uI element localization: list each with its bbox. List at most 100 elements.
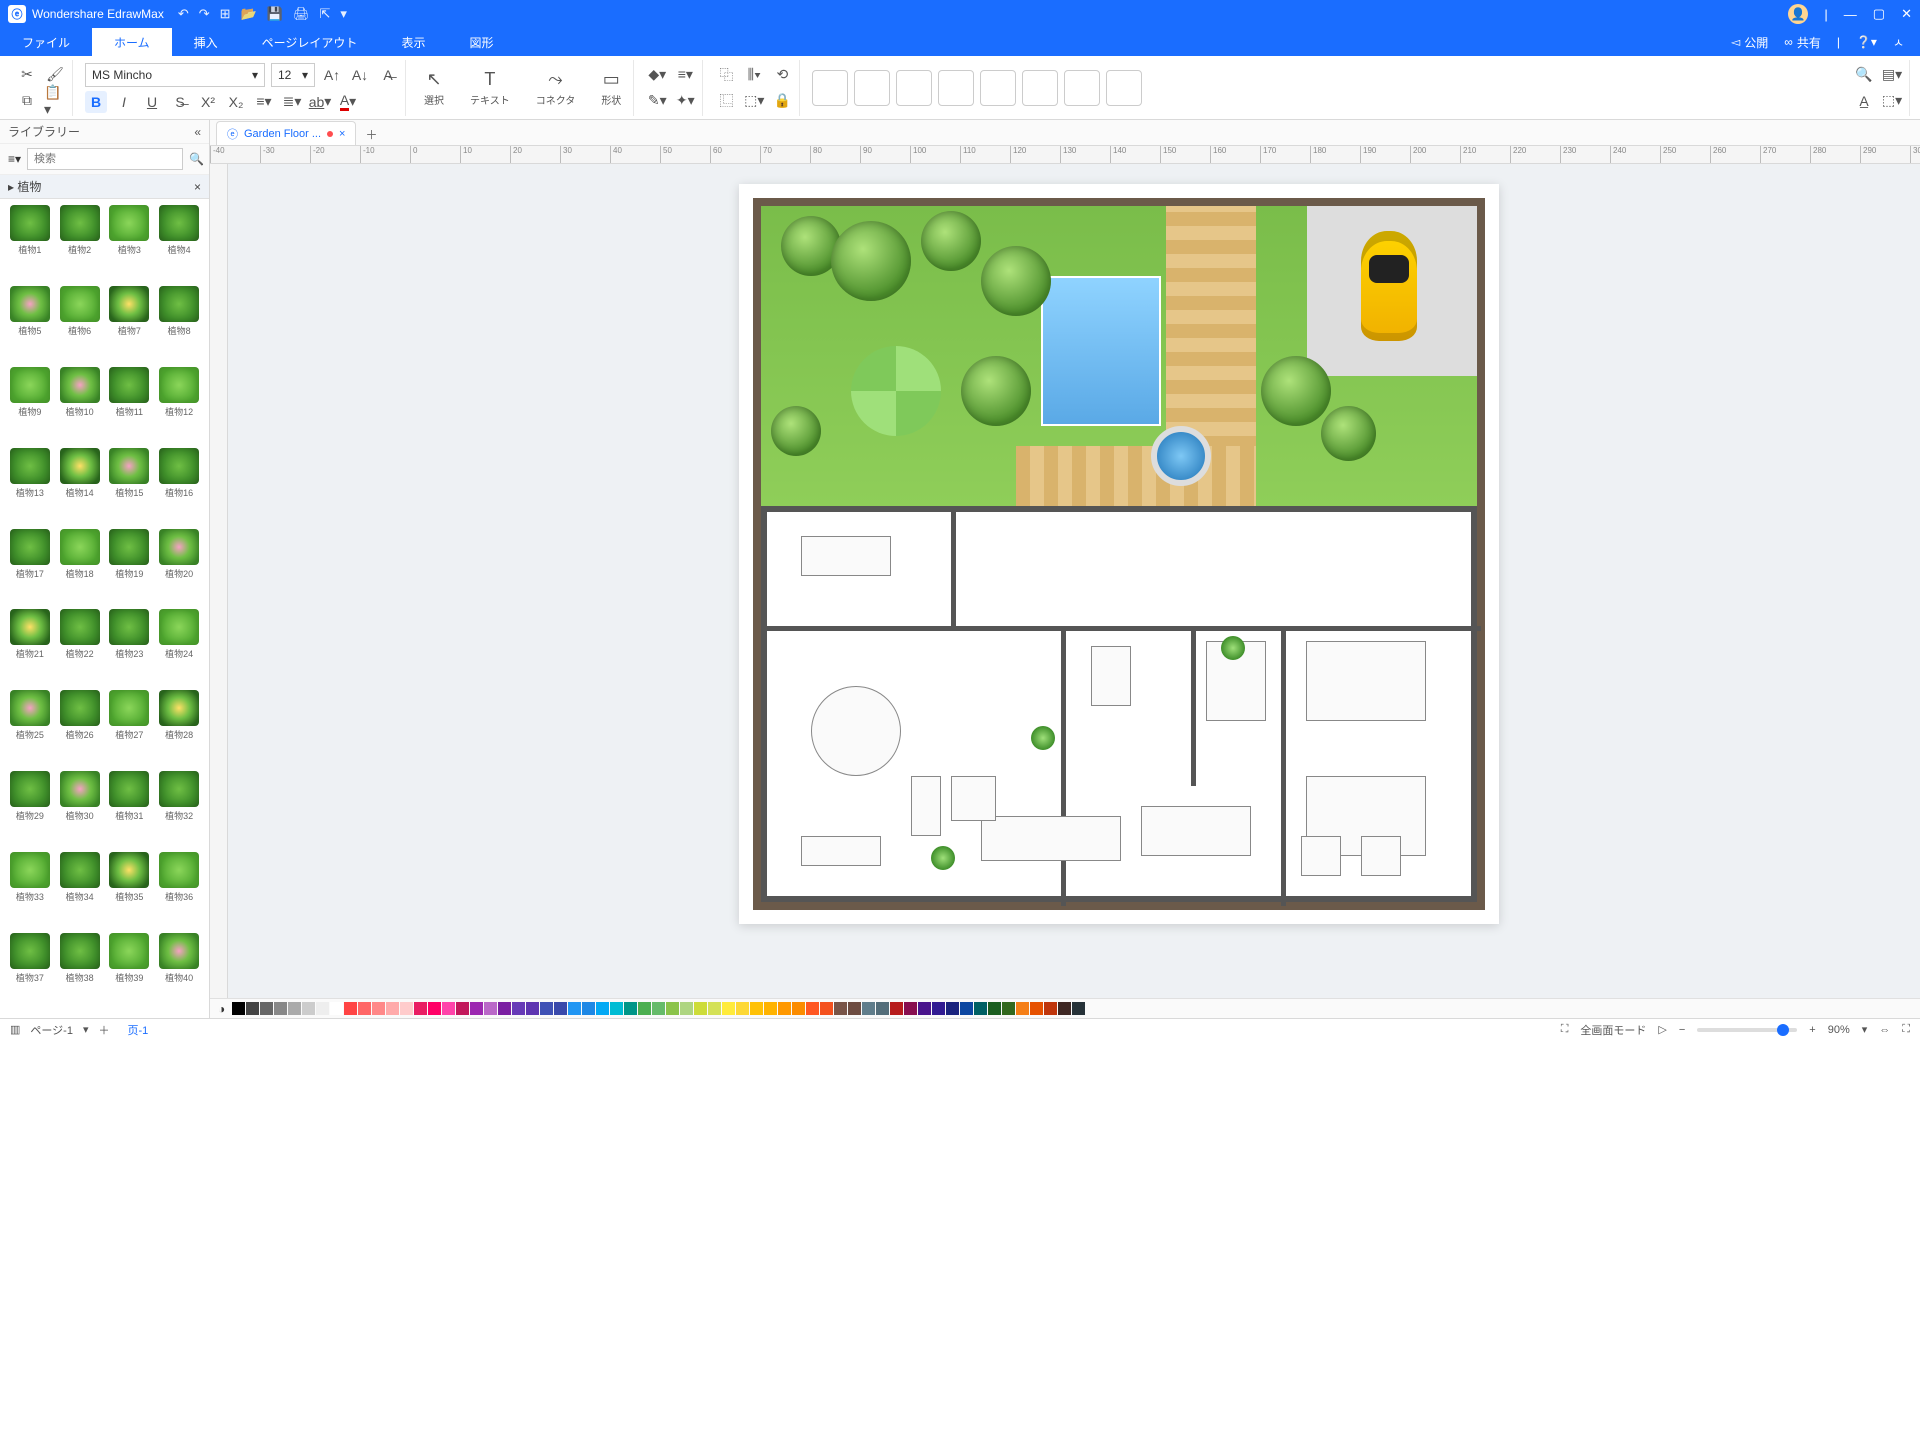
library-item[interactable]: 植物20: [155, 529, 203, 608]
maximize-button[interactable]: ▢: [1873, 6, 1885, 22]
library-search-input[interactable]: [27, 148, 183, 170]
plant-shape[interactable]: [1221, 636, 1245, 660]
chaise-shape[interactable]: [1141, 806, 1251, 856]
style-preset[interactable]: [980, 70, 1016, 106]
color-swatch[interactable]: [974, 1002, 987, 1015]
color-swatch[interactable]: [820, 1002, 833, 1015]
new-icon[interactable]: ⊞: [220, 6, 231, 22]
tree-shape[interactable]: [1261, 356, 1331, 426]
cabinet-shape[interactable]: [801, 836, 881, 866]
font-name-combo[interactable]: MS Mincho▾: [85, 63, 265, 87]
color-swatch[interactable]: [610, 1002, 623, 1015]
color-swatch[interactable]: [680, 1002, 693, 1015]
line-style-icon[interactable]: ≡▾: [674, 64, 696, 86]
copy-icon[interactable]: ⧉: [16, 90, 38, 112]
color-swatch[interactable]: [862, 1002, 875, 1015]
chair-shape[interactable]: [1361, 836, 1401, 876]
color-swatch[interactable]: [470, 1002, 483, 1015]
tree-shape[interactable]: [831, 221, 911, 301]
wall[interactable]: [1061, 626, 1066, 906]
library-menu-icon[interactable]: ≡▾: [8, 152, 21, 166]
export-icon[interactable]: ⇱: [319, 6, 330, 22]
wall[interactable]: [761, 506, 767, 902]
pool-shape[interactable]: [1041, 276, 1161, 426]
library-item[interactable]: 植物12: [155, 367, 203, 446]
shelf-shape[interactable]: [911, 776, 941, 836]
increase-font-icon[interactable]: A↑: [321, 64, 343, 86]
tab-shape[interactable]: 図形: [447, 28, 515, 56]
user-avatar[interactable]: 👤: [1788, 4, 1808, 24]
library-item[interactable]: 植物37: [6, 933, 54, 1012]
connector-tool[interactable]: ⤳コネクタ: [530, 68, 582, 107]
color-swatch[interactable]: [1044, 1002, 1057, 1015]
library-item[interactable]: 植物38: [56, 933, 104, 1012]
zoom-in-button[interactable]: +: [1809, 1024, 1815, 1036]
library-item[interactable]: 植物9: [6, 367, 54, 446]
subscript-button[interactable]: X₂: [225, 91, 247, 113]
style-preset[interactable]: [812, 70, 848, 106]
style-preset[interactable]: [854, 70, 890, 106]
library-item[interactable]: 植物26: [56, 690, 104, 769]
library-item[interactable]: 植物21: [6, 609, 54, 688]
library-item[interactable]: 植物18: [56, 529, 104, 608]
library-item[interactable]: 植物8: [155, 286, 203, 365]
color-swatch[interactable]: [652, 1002, 665, 1015]
desk-shape[interactable]: [801, 536, 891, 576]
color-swatch[interactable]: [834, 1002, 847, 1015]
floor-plan[interactable]: [753, 198, 1485, 910]
sofa-shape[interactable]: [981, 816, 1121, 861]
color-swatch[interactable]: [960, 1002, 973, 1015]
document-tab[interactable]: ⓔ Garden Floor ... ×: [216, 121, 356, 145]
color-swatch[interactable]: [624, 1002, 637, 1015]
tab-view[interactable]: 表示: [379, 28, 447, 56]
page-dropdown-icon[interactable]: ▾: [83, 1023, 89, 1036]
library-item[interactable]: 植物22: [56, 609, 104, 688]
library-item[interactable]: 植物36: [155, 852, 203, 931]
new-tab-button[interactable]: ＋: [360, 123, 382, 145]
plant-shape[interactable]: [1031, 726, 1055, 750]
style-preset[interactable]: [1022, 70, 1058, 106]
minimize-button[interactable]: —: [1844, 7, 1857, 22]
library-item[interactable]: 植物6: [56, 286, 104, 365]
eyedropper-icon[interactable]: ◑: [218, 1002, 225, 1016]
color-swatch[interactable]: [498, 1002, 511, 1015]
library-item[interactable]: 植物33: [6, 852, 54, 931]
library-item[interactable]: 植物1: [6, 205, 54, 284]
color-swatch[interactable]: [526, 1002, 539, 1015]
color-swatch[interactable]: [484, 1002, 497, 1015]
line-spacing-icon[interactable]: ≡▾: [253, 91, 275, 113]
color-swatch[interactable]: [540, 1002, 553, 1015]
ungroup-icon[interactable]: ⿺: [715, 90, 737, 112]
color-swatch[interactable]: [288, 1002, 301, 1015]
color-swatch[interactable]: [232, 1002, 245, 1015]
library-item[interactable]: 植物13: [6, 448, 54, 527]
close-button[interactable]: ✕: [1901, 6, 1912, 22]
color-swatch[interactable]: [456, 1002, 469, 1015]
clear-format-icon[interactable]: A̶: [377, 64, 399, 86]
plant-shape[interactable]: [931, 846, 955, 870]
zoom-value[interactable]: 90%: [1828, 1024, 1850, 1036]
color-swatch[interactable]: [358, 1002, 371, 1015]
wall[interactable]: [1281, 626, 1286, 906]
close-tab-icon[interactable]: ×: [339, 128, 345, 140]
lock-icon[interactable]: 🔒: [771, 90, 793, 112]
font-size-combo[interactable]: 12▾: [271, 63, 315, 87]
help-icon[interactable]: ❔▾: [1856, 35, 1877, 49]
library-item[interactable]: 植物24: [155, 609, 203, 688]
color-swatch[interactable]: [1058, 1002, 1071, 1015]
umbrella-shape[interactable]: [851, 346, 941, 436]
tab-insert[interactable]: 挿入: [172, 28, 240, 56]
layers-icon[interactable]: ▤▾: [1881, 64, 1903, 86]
wall[interactable]: [1191, 626, 1196, 786]
wall[interactable]: [951, 506, 956, 626]
library-item[interactable]: 植物30: [56, 771, 104, 850]
style-preset[interactable]: [896, 70, 932, 106]
color-swatch[interactable]: [316, 1002, 329, 1015]
library-item[interactable]: 植物3: [106, 205, 154, 284]
select-tool[interactable]: ↖選択: [418, 68, 450, 107]
canvas[interactable]: [228, 164, 1920, 998]
search-icon[interactable]: 🔍: [189, 152, 204, 166]
undo-icon[interactable]: ↶: [178, 6, 189, 22]
underline-button[interactable]: U: [141, 91, 163, 113]
library-item[interactable]: 植物40: [155, 933, 203, 1012]
